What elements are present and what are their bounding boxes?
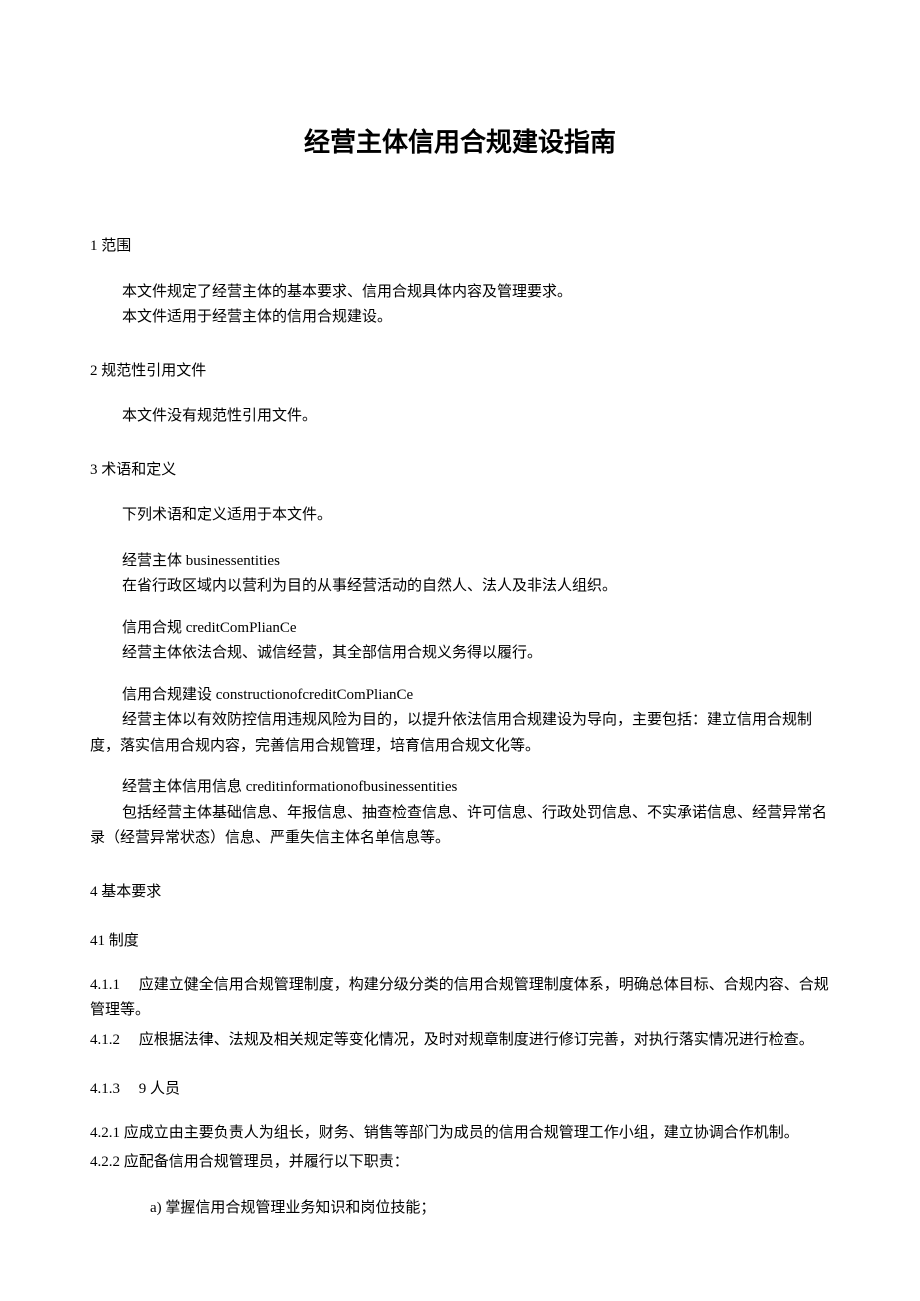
section-1-body: 本文件规定了经营主体的基本要求、信用合规具体内容及管理要求。 本文件适用于经营主… <box>122 280 830 331</box>
term-1-name: 经营主体 businessentities <box>122 549 830 575</box>
section-41-heading: 41 制度 <box>90 929 830 955</box>
document-title: 经营主体信用合规建设指南 <box>90 120 830 164</box>
clause-4-2-1: 4.2.1 应成立由主要负责人为组长，财务、销售等部门为成员的信用合规管理工作小… <box>90 1121 830 1147</box>
term-1-def: 在省行政区域内以营利为目的从事经营活动的自然人、法人及非法人组织。 <box>122 574 830 600</box>
term-4-name: 经营主体信用信息 creditinformationofbusinessenti… <box>122 775 830 801</box>
section-4-heading: 4 基本要求 <box>90 880 830 906</box>
section-1-heading: 1 范围 <box>90 234 830 260</box>
term-3: 信用合规建设 constructionofcreditComPlianCe 经营… <box>90 683 830 760</box>
section-413-heading: 4.1.3 9 人员 <box>90 1077 830 1103</box>
term-3-name: 信用合规建设 constructionofcreditComPlianCe <box>122 683 830 709</box>
term-2-name: 信用合规 creditComPlianCe <box>122 616 830 642</box>
term-1: 经营主体 businessentities 在省行政区域内以营利为目的从事经营活… <box>90 549 830 600</box>
section-3-intro: 下列术语和定义适用于本文件。 <box>122 503 830 529</box>
term-4-def: 包括经营主体基础信息、年报信息、抽查检查信息、许可信息、行政处罚信息、不实承诺信… <box>90 801 830 852</box>
clause-4-2-2: 4.2.2 应配备信用合规管理员，并履行以下职责： <box>90 1150 830 1176</box>
section-1-p2: 本文件适用于经营主体的信用合规建设。 <box>122 305 830 331</box>
term-2: 信用合规 creditComPlianCe 经营主体依法合规、诚信经营，其全部信… <box>90 616 830 667</box>
document-page: 经营主体信用合规建设指南 1 范围 本文件规定了经营主体的基本要求、信用合规具体… <box>0 0 920 1301</box>
term-3-def: 经营主体以有效防控信用违规风险为目的，以提升依法信用合规建设为导向，主要包括：建… <box>90 708 830 759</box>
term-2-def: 经营主体依法合规、诚信经营，其全部信用合规义务得以履行。 <box>122 641 830 667</box>
section-3-intro-text: 下列术语和定义适用于本文件。 <box>122 503 830 529</box>
section-3-heading: 3 术语和定义 <box>90 458 830 484</box>
section-2-heading: 2 规范性引用文件 <box>90 359 830 385</box>
term-4: 经营主体信用信息 creditinformationofbusinessenti… <box>90 775 830 852</box>
section-2-body: 本文件没有规范性引用文件。 <box>122 404 830 430</box>
clause-4-1-2: 4.1.2 应根据法律、法规及相关规定等变化情况，及时对规章制度进行修订完善，对… <box>90 1028 830 1054</box>
clause-4-1-1: 4.1.1 应建立健全信用合规管理制度，构建分级分类的信用合规管理制度体系，明确… <box>90 973 830 1024</box>
section-2-p1: 本文件没有规范性引用文件。 <box>122 404 830 430</box>
section-1-p1: 本文件规定了经营主体的基本要求、信用合规具体内容及管理要求。 <box>122 280 830 306</box>
list-item-a: a) 掌握信用合规管理业务知识和岗位技能； <box>150 1196 830 1222</box>
